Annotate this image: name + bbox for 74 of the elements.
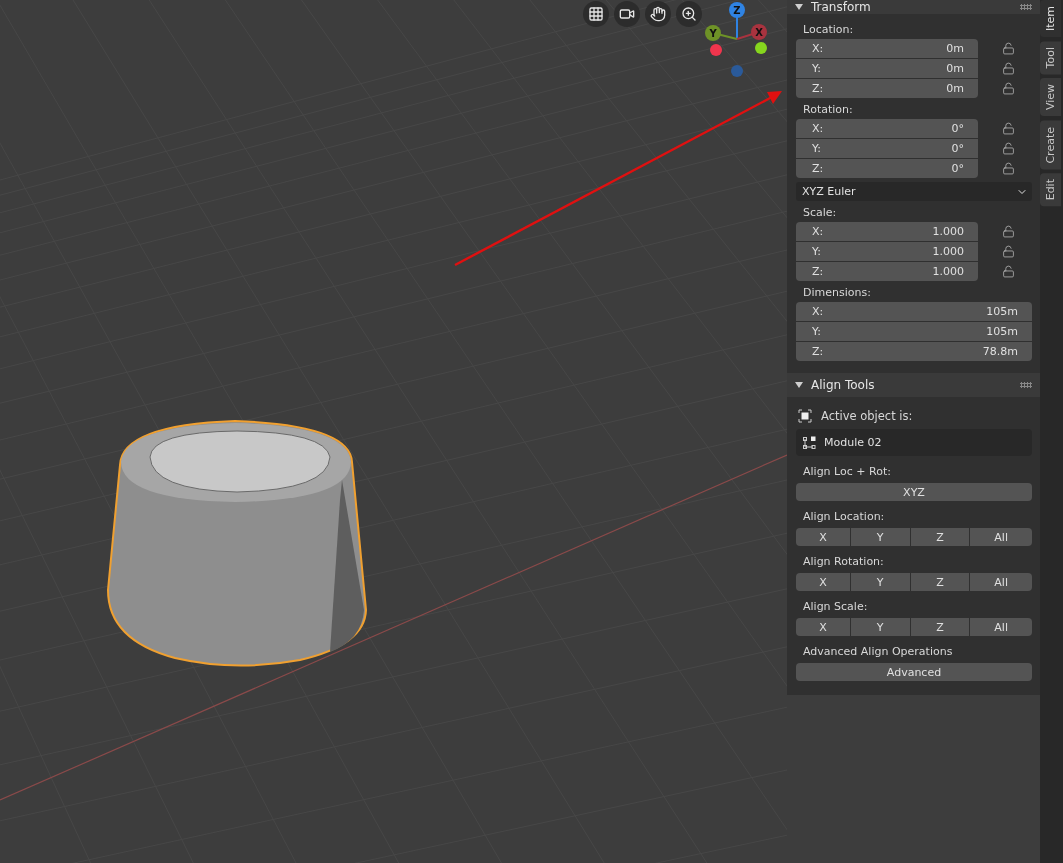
section-label: Align Scale: xyxy=(802,599,869,615)
unlock-icon[interactable] xyxy=(1002,162,1015,175)
number-field[interactable]: Y: 0° xyxy=(796,139,978,158)
align-button[interactable]: X xyxy=(796,528,850,546)
field-group-label: Scale: xyxy=(802,205,838,221)
sidebar-tab[interactable]: View xyxy=(1040,78,1061,117)
align-button[interactable]: Advanced xyxy=(796,663,1032,681)
align-button[interactable]: X xyxy=(796,573,850,591)
align-button[interactable]: Y xyxy=(850,618,910,636)
panel-title: Transform xyxy=(811,0,871,14)
panel-header[interactable]: Align Tools xyxy=(787,373,1040,397)
number-field[interactable]: Z: 0m xyxy=(796,79,978,98)
sidebar-tab[interactable]: Item xyxy=(1040,0,1061,38)
object-field[interactable]: Module 02 xyxy=(796,429,1032,456)
align-button[interactable]: XYZ xyxy=(796,483,1032,501)
zoom-button[interactable] xyxy=(676,1,702,27)
unlock-icon[interactable] xyxy=(1002,122,1015,135)
number-field[interactable]: X: 0° xyxy=(796,119,978,138)
camera-button[interactable] xyxy=(614,1,640,27)
unlock-icon[interactable] xyxy=(1002,82,1015,95)
axis-label: X xyxy=(755,27,763,38)
zoom-icon xyxy=(681,6,697,22)
axis-gizmo-drawing[interactable]: Z Y X xyxy=(705,2,767,77)
grip-icon[interactable] xyxy=(1020,382,1032,388)
align-button[interactable]: Y xyxy=(850,528,910,546)
field-group-label: Rotation: xyxy=(802,102,854,118)
pan-hand-button[interactable] xyxy=(645,1,671,27)
field-group-label: Location: xyxy=(802,22,855,38)
rotation-mode-dropdown[interactable]: XYZ Euler xyxy=(796,182,1032,201)
align-button[interactable]: Z xyxy=(910,573,970,591)
number-field[interactable]: X: 1.000 xyxy=(796,222,978,241)
collapse-icon[interactable] xyxy=(795,3,803,11)
align-button[interactable]: All xyxy=(970,528,1032,546)
section-label: Advanced Align Operations xyxy=(802,644,954,660)
axis-label: Z xyxy=(733,5,741,16)
number-field[interactable]: Y: 105m xyxy=(796,322,1032,341)
unlock-icon[interactable] xyxy=(1002,225,1015,238)
panel-title: Align Tools xyxy=(811,378,875,392)
axis-label: Y xyxy=(709,28,717,39)
align-button[interactable]: All xyxy=(970,618,1032,636)
panel-header[interactable]: Transform xyxy=(787,0,1040,14)
unlock-icon[interactable] xyxy=(1002,245,1015,258)
camera-icon xyxy=(619,6,635,22)
active-object-label: Active object is: xyxy=(821,409,913,423)
sidebar-tab[interactable]: Create xyxy=(1040,120,1061,170)
number-field[interactable]: X: 105m xyxy=(796,302,1032,321)
number-field[interactable]: Z: 78.8m xyxy=(796,342,1032,361)
number-field[interactable]: Z: 1.000 xyxy=(796,262,978,281)
field-group-label: Dimensions: xyxy=(802,285,872,301)
section-label: Align Rotation: xyxy=(802,554,885,570)
grid-icon xyxy=(588,6,604,22)
unlock-icon[interactable] xyxy=(1002,42,1015,55)
align-button[interactable]: All xyxy=(970,573,1032,591)
unlock-icon[interactable] xyxy=(1002,142,1015,155)
grid-view-button[interactable] xyxy=(583,1,609,27)
number-field[interactable]: Z: 0° xyxy=(796,159,978,178)
align-button[interactable]: Z xyxy=(910,618,970,636)
unlock-icon[interactable] xyxy=(1002,62,1015,75)
align-button[interactable]: X xyxy=(796,618,850,636)
align-button[interactable]: Z xyxy=(910,528,970,546)
mesh-object-icon xyxy=(803,436,816,449)
grip-icon[interactable] xyxy=(1020,4,1032,10)
number-field[interactable]: Y: 0m xyxy=(796,59,978,78)
align-button[interactable]: Y xyxy=(850,573,910,591)
sidebar-tab[interactable]: Edit xyxy=(1040,173,1061,207)
object-square-icon xyxy=(798,409,812,423)
hand-icon xyxy=(650,6,666,22)
sidebar-tab[interactable]: Tool xyxy=(1040,41,1061,75)
section-label: Align Loc + Rot: xyxy=(802,464,892,480)
number-field[interactable]: Y: 1.000 xyxy=(796,242,978,261)
number-field[interactable]: X: 0m xyxy=(796,39,978,58)
section-label: Align Location: xyxy=(802,509,886,525)
collapse-icon[interactable] xyxy=(795,381,803,389)
unlock-icon[interactable] xyxy=(1002,265,1015,278)
